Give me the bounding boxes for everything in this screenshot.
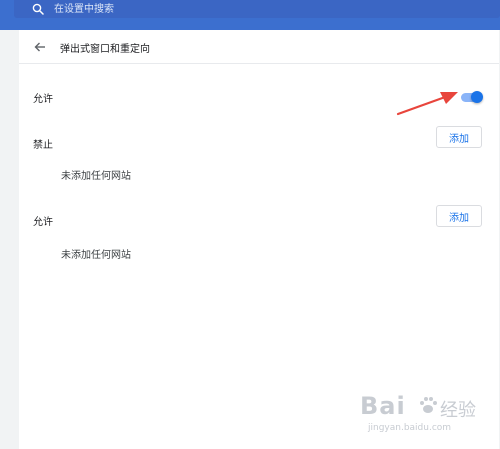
watermark-logo-text: Bai xyxy=(360,392,406,420)
allow-section-label: 允许 xyxy=(33,217,53,228)
allow-empty-text: 未添加任何网站 xyxy=(61,250,131,261)
watermark-url: jingyan.baidu.com xyxy=(368,423,452,433)
add-allowed-site-button[interactable]: 添加 xyxy=(436,205,482,227)
block-empty-text: 未添加任何网站 xyxy=(61,171,131,182)
baidu-jingyan-watermark: Bai 经验 jingyan.baidu.com xyxy=(360,392,500,438)
popups-allow-toggle[interactable] xyxy=(459,90,483,104)
back-arrow-icon[interactable] xyxy=(33,40,47,54)
add-blocked-site-button[interactable]: 添加 xyxy=(436,126,482,148)
paw-icon xyxy=(420,397,437,413)
top-bar xyxy=(0,0,500,30)
default-allow-label: 允许 xyxy=(33,94,53,105)
toggle-knob xyxy=(471,91,483,103)
search-box[interactable] xyxy=(14,0,500,18)
search-input[interactable] xyxy=(54,0,354,18)
watermark-name: 经验 xyxy=(440,400,476,421)
page-title: 弹出式窗口和重定向 xyxy=(60,44,150,55)
header-divider xyxy=(19,63,499,64)
annotation-arrow xyxy=(396,92,458,116)
block-section-label: 禁止 xyxy=(33,140,53,151)
search-icon xyxy=(32,3,44,15)
